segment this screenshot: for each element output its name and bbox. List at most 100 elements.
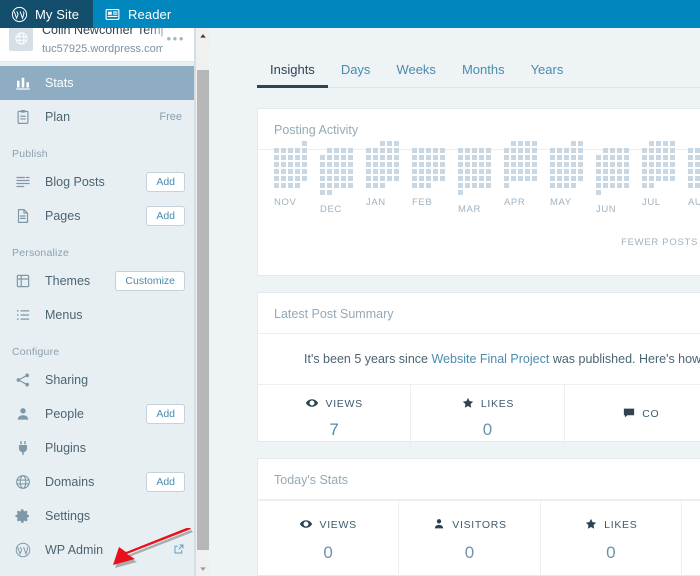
customize-theme-button[interactable]: Customize [115, 271, 185, 291]
heatmap-cell[interactable] [663, 148, 668, 153]
heatmap-cell[interactable] [557, 148, 562, 153]
heatmap-cell[interactable] [295, 148, 300, 153]
heatmap-cell[interactable] [302, 169, 307, 174]
heatmap-cell[interactable] [688, 155, 693, 160]
heatmap-cell[interactable] [274, 155, 279, 160]
add-people-button[interactable]: Add [146, 404, 185, 424]
heatmap-cell[interactable] [695, 176, 700, 181]
heatmap-cell[interactable] [695, 169, 700, 174]
heatmap-cell[interactable] [649, 176, 654, 181]
heatmap-cell[interactable] [302, 148, 307, 153]
heatmap-cell[interactable] [511, 162, 516, 167]
heatmap-cell[interactable] [281, 183, 286, 188]
heatmap-cell[interactable] [341, 162, 346, 167]
heatmap-cell[interactable] [426, 148, 431, 153]
heatmap-cell[interactable] [394, 162, 399, 167]
heatmap-cell[interactable] [511, 148, 516, 153]
heatmap-cell[interactable] [504, 162, 509, 167]
heatmap-cell[interactable] [373, 176, 378, 181]
heatmap-cell[interactable] [624, 176, 629, 181]
metric-likes[interactable]: LIKES 0 [411, 385, 565, 450]
heatmap-cell[interactable] [327, 155, 332, 160]
heatmap-cell[interactable] [341, 148, 346, 153]
heatmap-cell[interactable] [366, 176, 371, 181]
add-page-button[interactable]: Add [146, 206, 185, 226]
heatmap-cell[interactable] [458, 190, 463, 195]
heatmap-cell[interactable] [412, 176, 417, 181]
heatmap-cell[interactable] [610, 162, 615, 167]
heatmap-cell[interactable] [525, 148, 530, 153]
heatmap-cell[interactable] [670, 141, 675, 146]
heatmap-cell[interactable] [525, 141, 530, 146]
heatmap-cell[interactable] [458, 162, 463, 167]
heatmap-cell[interactable] [380, 176, 385, 181]
heatmap-cell[interactable] [670, 169, 675, 174]
heatmap-cell[interactable] [557, 183, 562, 188]
heatmap-cell[interactable] [511, 169, 516, 174]
heatmap-cell[interactable] [656, 148, 661, 153]
heatmap-cell[interactable] [348, 176, 353, 181]
heatmap-cell[interactable] [440, 148, 445, 153]
heatmap-cell[interactable] [624, 148, 629, 153]
post-title-link[interactable]: Website Final Project [431, 352, 549, 366]
heatmap-cell[interactable] [348, 169, 353, 174]
sidebar-scrollbar[interactable] [195, 28, 210, 576]
heatmap-cell[interactable] [458, 148, 463, 153]
sidebar-item-menus[interactable]: Menus [0, 298, 194, 332]
heatmap-cell[interactable] [663, 169, 668, 174]
heatmap-cell[interactable] [433, 155, 438, 160]
heatmap-cell[interactable] [334, 183, 339, 188]
heatmap-cell[interactable] [458, 155, 463, 160]
heatmap-cell[interactable] [440, 169, 445, 174]
heatmap-cell[interactable] [394, 148, 399, 153]
metric-views[interactable]: VIEWS 0 [258, 501, 400, 576]
heatmap-cell[interactable] [472, 176, 477, 181]
heatmap-cell[interactable] [380, 141, 385, 146]
heatmap-cell[interactable] [564, 148, 569, 153]
heatmap-cell[interactable] [550, 176, 555, 181]
heatmap-cell[interactable] [295, 162, 300, 167]
heatmap-cell[interactable] [281, 169, 286, 174]
heatmap-cell[interactable] [274, 183, 279, 188]
heatmap-cell[interactable] [571, 141, 576, 146]
sidebar-item-pages[interactable]: Pages Add [0, 199, 194, 233]
heatmap-cell[interactable] [320, 183, 325, 188]
heatmap-cell[interactable] [458, 183, 463, 188]
heatmap-cell[interactable] [281, 155, 286, 160]
scrollbar-thumb[interactable] [197, 70, 209, 550]
heatmap-cell[interactable] [366, 155, 371, 160]
heatmap-cell[interactable] [571, 176, 576, 181]
heatmap-cell[interactable] [649, 148, 654, 153]
heatmap-cell[interactable] [518, 176, 523, 181]
heatmap-cell[interactable] [394, 141, 399, 146]
heatmap-cell[interactable] [504, 169, 509, 174]
metric-visitors[interactable]: VISITORS 0 [399, 501, 541, 576]
heatmap-cell[interactable] [695, 148, 700, 153]
heatmap-cell[interactable] [564, 183, 569, 188]
heatmap-cell[interactable] [288, 155, 293, 160]
heatmap-cell[interactable] [596, 183, 601, 188]
heatmap-cell[interactable] [479, 176, 484, 181]
sidebar-item-people[interactable]: People Add [0, 397, 194, 431]
heatmap-cell[interactable] [656, 162, 661, 167]
heatmap-cell[interactable] [472, 148, 477, 153]
sidebar-item-plan[interactable]: Plan Free [0, 100, 194, 134]
heatmap-cell[interactable] [596, 169, 601, 174]
heatmap-cell[interactable] [341, 183, 346, 188]
heatmap-cell[interactable] [320, 162, 325, 167]
heatmap-cell[interactable] [295, 169, 300, 174]
heatmap-cell[interactable] [550, 155, 555, 160]
heatmap-cell[interactable] [295, 176, 300, 181]
heatmap-cell[interactable] [380, 148, 385, 153]
heatmap-cell[interactable] [624, 183, 629, 188]
heatmap-cell[interactable] [387, 176, 392, 181]
heatmap-cell[interactable] [603, 176, 608, 181]
heatmap-cell[interactable] [578, 148, 583, 153]
sidebar-item-wp-admin[interactable]: WP Admin [0, 533, 194, 567]
heatmap-cell[interactable] [486, 169, 491, 174]
heatmap-cell[interactable] [649, 169, 654, 174]
heatmap-cell[interactable] [479, 155, 484, 160]
heatmap-cell[interactable] [550, 183, 555, 188]
masthead-tab-reader[interactable]: Reader [93, 0, 185, 28]
heatmap-cell[interactable] [557, 169, 562, 174]
